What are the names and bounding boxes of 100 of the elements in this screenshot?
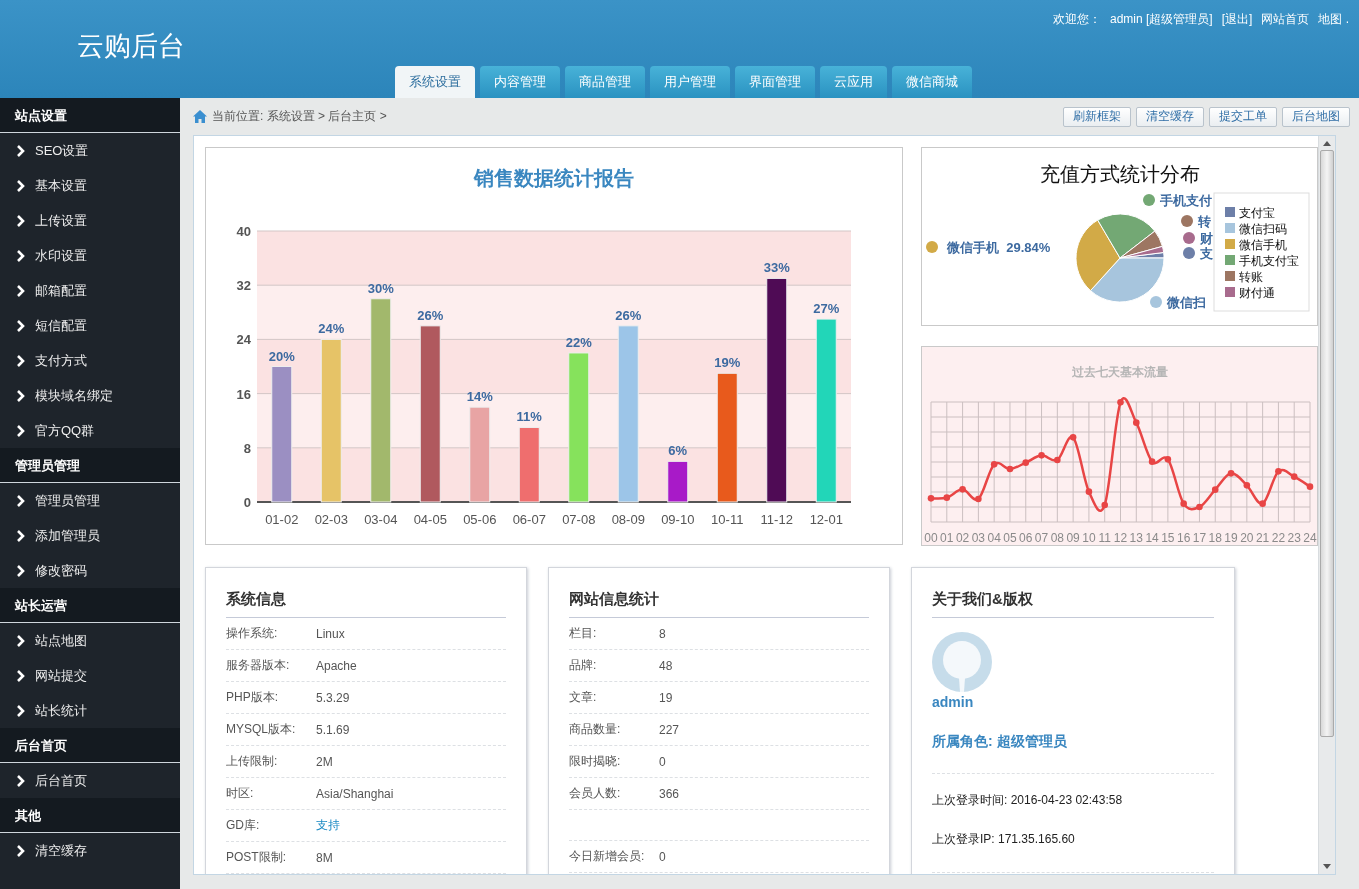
sidebar-item[interactable]: 短信配置 (0, 308, 180, 343)
sidebar-item[interactable]: 官方QQ群 (0, 413, 180, 448)
info-label: 今日新增会员: (569, 848, 646, 865)
axis-label: 05 (1003, 531, 1017, 545)
info-label: 会员人数: (569, 785, 622, 802)
scrollbar[interactable] (1318, 136, 1335, 874)
info-label: 服务器版本: (226, 657, 291, 674)
axis-label: 23 (1287, 531, 1301, 545)
axis-label: 08-09 (611, 512, 645, 527)
sidebar-item[interactable]: 站点地图 (0, 623, 180, 658)
chart-title: 过去七天基本流量 (1072, 365, 1168, 379)
axis-label: 02 (955, 531, 970, 545)
chevron-icon (15, 634, 27, 647)
sidebar-item[interactable]: 水印设置 (0, 238, 180, 273)
toolbar-button[interactable]: 刷新框架 (1063, 106, 1131, 127)
axis-label: 16 (236, 386, 251, 402)
username: admin (932, 694, 974, 710)
info-value: Linux (316, 626, 345, 641)
sidebar-item[interactable]: 支付方式 (0, 343, 180, 378)
scroll-up-icon[interactable] (1323, 141, 1331, 146)
sidebar-item[interactable]: 网站提交 (0, 658, 180, 693)
info-value: Apache (316, 658, 357, 673)
chevron-icon (15, 424, 27, 437)
axis-label: 40 (236, 224, 251, 239)
sidebar-group-header: 站长运营 (0, 588, 180, 623)
bar (667, 460, 689, 503)
value-label: 11% (516, 409, 542, 425)
chevron-icon (15, 844, 27, 857)
axis-label: 09-10 (661, 512, 695, 527)
info-value: 5.3.29 (316, 690, 350, 705)
sidebar-item[interactable]: 模块域名绑定 (0, 378, 180, 413)
sidebar-item[interactable]: 站长统计 (0, 693, 180, 728)
chevron-icon (15, 319, 27, 332)
axis-label: 03 (971, 531, 986, 545)
sidebar-group-header: 后台首页 (0, 728, 180, 763)
slice-label: 转 (1198, 214, 1211, 229)
info-label: 上传限制: (226, 753, 279, 770)
sidebar-item[interactable]: 基本设置 (0, 168, 180, 203)
sidebar-item[interactable]: 添加管理员 (0, 518, 180, 553)
scroll-down-icon[interactable] (1323, 864, 1331, 869)
info-value: 2M (316, 754, 333, 769)
value-label: 14% (466, 389, 493, 405)
axis-label: 13 (1129, 531, 1143, 545)
sidebar-item[interactable]: 清空缓存 (0, 833, 180, 868)
sidebar-item[interactable]: 后台首页 (0, 763, 180, 798)
toolbar-button[interactable]: 清空缓存 (1136, 106, 1204, 127)
axis-label: 24 (236, 332, 251, 348)
chevron-icon (15, 179, 27, 192)
toolbar-button[interactable]: 提交工单 (1209, 106, 1277, 127)
axis-label: 06-07 (512, 512, 546, 527)
axis-label: 06 (1019, 531, 1033, 545)
chevron-icon (15, 144, 27, 157)
sidebar-item[interactable]: 管理员管理 (0, 483, 180, 518)
value-label: 30% (367, 280, 394, 296)
header-link[interactable]: 网站首页 (1261, 11, 1310, 28)
toolbar-button[interactable]: 后台地图 (1282, 106, 1350, 127)
value-label: 26% (615, 307, 642, 323)
sidebar-item[interactable]: 上传设置 (0, 203, 180, 238)
legend-label: 微信手机 (1239, 238, 1287, 252)
info-label: GD库: (226, 817, 261, 834)
chevron-icon (15, 704, 27, 717)
legend-label: 转账 (1239, 270, 1263, 284)
header-link[interactable]: [退出] (1221, 11, 1253, 28)
header-link[interactable]: 地图 . (1318, 11, 1349, 28)
axis-label: 8 (243, 440, 251, 456)
info-value: 0 (659, 754, 666, 769)
axis-label: 01 (940, 531, 954, 545)
axis-label: 11-12 (760, 512, 793, 527)
axis-label: 10 (1082, 531, 1096, 545)
value-label: 6% (668, 443, 688, 459)
info-value: 5.1.69 (316, 722, 350, 737)
slice-label: 微信扫 (1167, 295, 1206, 310)
info-value: 8M (316, 850, 333, 865)
card-title: 系统信息 (226, 590, 506, 618)
axis-label: 12 (1113, 531, 1128, 545)
slice-label: 手机支付 (1160, 193, 1212, 208)
chevron-icon (15, 774, 27, 787)
axis-label: 22 (1271, 531, 1286, 545)
axis-label: 24 (1303, 531, 1317, 545)
value-label: 19% (714, 355, 741, 371)
nav-tab[interactable]: 系统设置 (395, 66, 475, 98)
sidebar-item[interactable]: 修改密码 (0, 553, 180, 588)
role-text: 所属角色: 超级管理员 (932, 733, 1067, 751)
chevron-icon (15, 669, 27, 682)
chevron-icon (15, 214, 27, 227)
breadcrumb: 当前位置: 系统设置 > 后台主页 > (212, 108, 387, 125)
axis-label: 0 (243, 495, 251, 510)
sidebar-item[interactable]: SEO设置 (0, 133, 180, 168)
chevron-icon (15, 354, 27, 367)
info-link[interactable]: 支持 (316, 817, 340, 834)
chevron-icon (15, 284, 27, 297)
sidebar-item[interactable]: 邮箱配置 (0, 273, 180, 308)
info-label: 商品数量: (569, 721, 622, 738)
axis-label: 16 (1177, 531, 1191, 545)
axis-label: 04-05 (413, 512, 447, 527)
axis-label: 11 (1098, 531, 1111, 545)
axis-label: 07 (1034, 531, 1049, 545)
info-label: 品牌: (569, 657, 598, 674)
sidebar-group-header: 站点设置 (0, 98, 180, 133)
avatar-icon (932, 632, 992, 692)
